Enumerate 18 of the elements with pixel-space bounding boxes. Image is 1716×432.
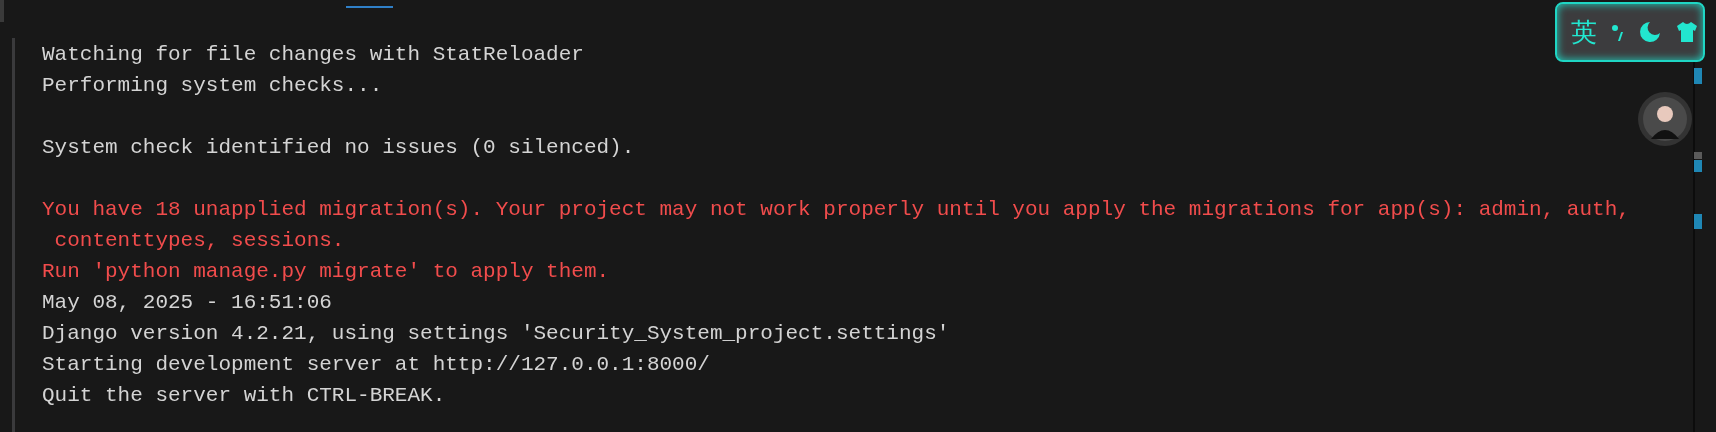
output-line: System check identified no issues (0 silenced). xyxy=(42,136,635,159)
scrollbar-marker xyxy=(1694,214,1702,229)
moon-icon xyxy=(1639,21,1661,43)
error-output-line: Run 'python manage.py migrate' to apply them. xyxy=(42,260,610,283)
output-line: Watching for file changes with StatReloader xyxy=(42,43,584,66)
input-mode-label: 英 xyxy=(1571,19,1597,45)
scrollbar-marker xyxy=(1694,68,1702,84)
avatar-icon[interactable] xyxy=(1637,91,1693,147)
shirt-icon xyxy=(1675,21,1699,43)
output-line: Quit the server with CTRL-BREAK. xyxy=(42,384,446,407)
output-line: Performing system checks... xyxy=(42,74,383,97)
input-method-toolbar[interactable]: 英 xyxy=(1555,2,1705,62)
output-line: Starting development server at http://127.0.0.1:8000/ xyxy=(42,353,710,376)
output-line: May 08, 2025 - 16:51:06 xyxy=(42,291,332,314)
error-output-line: contenttypes, sessions. xyxy=(53,229,345,252)
punctuation-icon xyxy=(1611,22,1625,42)
output-line: Django version 4.2.21, using settings 'Security_System_project.settings' xyxy=(42,322,950,345)
error-output-line: You have 18 unapplied migration(s). Your project may not work properly until you apply the migrations for app(s): admin, auth, xyxy=(42,198,1630,221)
